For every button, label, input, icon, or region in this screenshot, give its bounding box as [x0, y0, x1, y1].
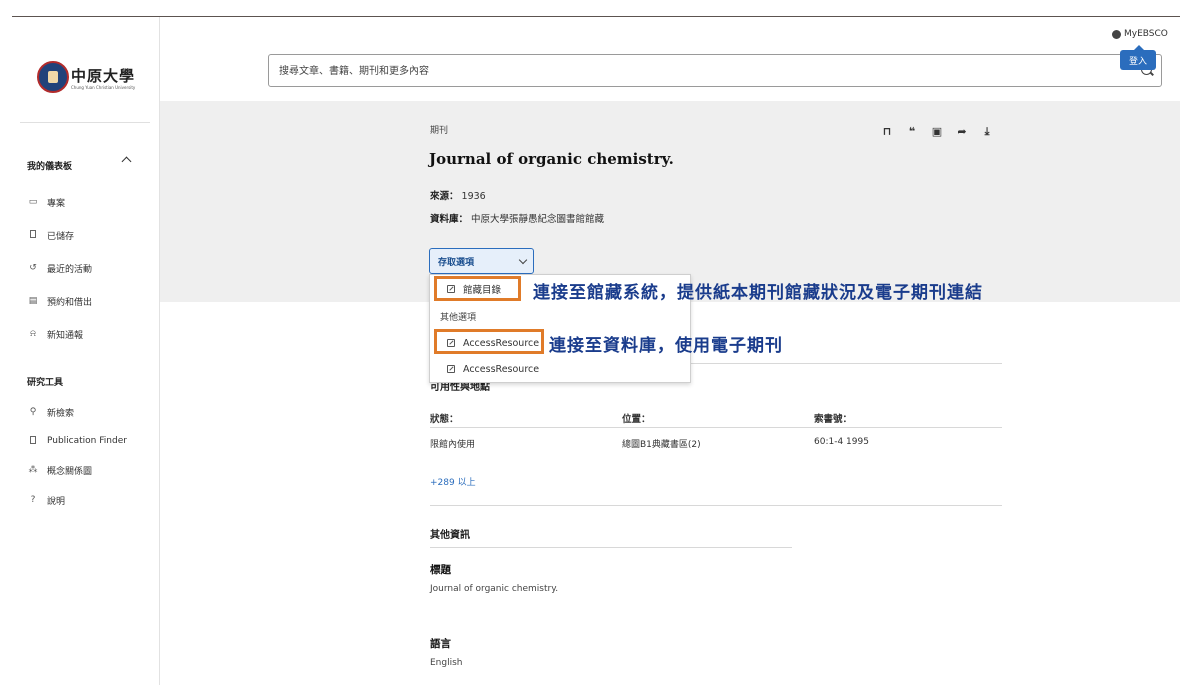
sidebar-item-saved[interactable]: 已儲存 — [28, 228, 74, 242]
divider — [430, 547, 792, 548]
search-icon: ⚲ — [29, 407, 37, 417]
menu-item-access-resource-2[interactable]: AccessResource — [447, 361, 539, 377]
sidebar-item-recent[interactable]: ↺ 最近的活動 — [28, 261, 92, 275]
dashboard-heading: 我的儀表板 — [27, 162, 73, 172]
sidebar-item-label: 新檢索 — [47, 408, 75, 419]
highlight-box-access-resource — [434, 329, 544, 354]
sidebar-item-label: 新知通報 — [47, 330, 84, 341]
search-box — [268, 54, 1162, 87]
logo-text: 中原大學 — [71, 67, 136, 85]
database-label: 資料庫： — [430, 214, 469, 225]
download-icon[interactable]: ⤓ — [980, 125, 994, 139]
external-link-icon — [447, 365, 455, 373]
divider — [430, 505, 1002, 506]
folder-icon: ▭ — [28, 197, 38, 207]
folder-add-icon[interactable]: ▣ — [930, 125, 944, 139]
bell-icon: ⍾ — [30, 329, 36, 339]
search-input[interactable] — [279, 63, 1099, 79]
table-header-divider — [430, 427, 1002, 428]
sidebar-item-alerts[interactable]: ⍾ 新知通報 — [28, 327, 83, 341]
sidebar-item-label: 最近的活動 — [47, 264, 93, 275]
record-database: 資料庫： 中原大學張靜愚紀念圖書館館藏 — [430, 211, 604, 225]
annotation-callout-database: 連接至資料庫，使用電子期刊 — [549, 336, 783, 356]
column-header-call-number: 索書號： — [814, 414, 853, 425]
sidebar-item-projects[interactable]: ▭ 專案 — [28, 195, 65, 209]
history-icon: ↺ — [29, 263, 37, 273]
record-header-band — [160, 101, 1180, 302]
concept-map-icon: ⁂ — [28, 465, 38, 475]
sidebar-item-help[interactable]: ? 說明 — [28, 493, 65, 507]
record-actions: ⊓ ❝ ▣ ➦ ⤓ — [880, 125, 994, 139]
sidebar-item-label: Publication Finder — [47, 436, 127, 446]
book-icon: ▤ — [28, 296, 38, 306]
sidebar-item-holds[interactable]: ▤ 預約和借出 — [28, 294, 92, 308]
sidebar-item-label: 概念關係圖 — [47, 466, 93, 477]
sidebar-item-concept-map[interactable]: ⁂ 概念關係圖 — [28, 463, 93, 477]
myebsco-link[interactable]: MyEBSCO — [1112, 29, 1168, 39]
other-info-title: 其他資訊 — [430, 530, 470, 541]
source-value: 1936 — [461, 191, 486, 202]
more-holdings-link[interactable]: +289 以上 — [430, 475, 476, 488]
bookmark-icon[interactable]: ⊓ — [880, 125, 894, 139]
database-value: 中原大學張靜愚紀念圖書館館藏 — [471, 214, 605, 225]
login-tooltip[interactable]: 登入 — [1120, 45, 1156, 70]
myebsco-label: MyEBSCO — [1124, 29, 1168, 39]
cell-status: 限館內使用 — [430, 440, 476, 450]
language-value: English — [430, 658, 463, 668]
source-label: 來源： — [430, 191, 459, 202]
record-title: Journal of organic chemistry. — [429, 150, 674, 168]
sidebar-item-publication-finder[interactable]: Publication Finder — [28, 434, 127, 448]
annotation-callout-catalog: 連接至館藏系統，提供紙本期刊館藏狀況及電子期刊連結 — [533, 283, 983, 303]
sidebar-item-label: 預約和借出 — [47, 297, 93, 308]
sidebar — [0, 17, 160, 685]
title-value: Journal of organic chemistry. — [430, 584, 559, 594]
logo-emblem-icon — [37, 61, 69, 93]
tools-heading: 研究工具 — [27, 378, 64, 388]
column-header-location: 位置： — [622, 414, 651, 425]
logo-subtext: Chung Yuan Christian University — [71, 85, 136, 90]
top-border — [12, 16, 1180, 17]
sidebar-item-label: 已儲存 — [47, 231, 75, 242]
menu-item-label: AccessResource — [463, 363, 540, 375]
access-options-button[interactable]: 存取選項 — [429, 248, 534, 274]
document-icon — [28, 435, 38, 447]
bookmark-icon — [28, 229, 38, 241]
university-logo[interactable]: 中原大學 Chung Yuan Christian University — [37, 61, 137, 97]
cell-call-number: 60:1-4 1995 — [814, 437, 869, 447]
help-icon: ? — [30, 495, 36, 505]
column-header-status: 狀態： — [430, 414, 459, 425]
user-icon — [1112, 29, 1121, 39]
share-icon[interactable]: ➦ — [955, 125, 969, 139]
access-options-label: 存取選項 — [438, 257, 475, 268]
quote-icon[interactable]: ❝ — [905, 125, 919, 139]
sidebar-item-label: 說明 — [47, 496, 66, 507]
highlight-box-catalog — [434, 276, 521, 301]
title-label: 標題 — [430, 564, 451, 576]
record-type: 期刊 — [430, 126, 449, 136]
sidebar-item-label: 專案 — [47, 198, 66, 209]
chevron-down-icon — [518, 255, 528, 265]
language-label: 語言 — [430, 638, 451, 650]
sidebar-item-new-search[interactable]: ⚲ 新檢索 — [28, 405, 74, 419]
record-source: 來源： 1936 — [430, 188, 486, 202]
sidebar-divider — [20, 122, 150, 123]
menu-subheading: 其他選項 — [440, 313, 477, 323]
cell-location: 總圖B1典藏書區(2) — [622, 440, 701, 450]
